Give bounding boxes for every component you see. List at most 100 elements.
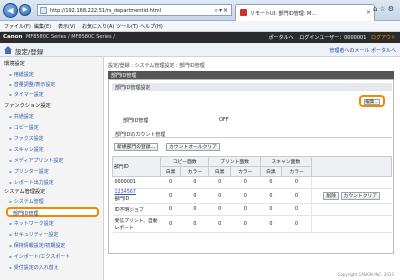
brand-logo: Canon	[3, 34, 23, 40]
menu-favorites[interactable]: お気に入り(A)	[82, 23, 114, 30]
sidebar-item-label: 部門ID管理	[13, 211, 39, 217]
sidebar-section-system: システム管理設定	[4, 189, 46, 195]
address-url: http://192.168.222.51/rs_departmentid.ht…	[50, 8, 162, 14]
cell-value: 0	[260, 215, 282, 233]
subheader-color: カラー	[180, 166, 210, 177]
login-user: ログインユーザー：0000001	[299, 35, 367, 41]
cell-value: 0	[180, 203, 209, 216]
address-bar[interactable]: http://192.168.222.51/rs_departmentid.ht…	[37, 4, 232, 16]
sidebar-item-security[interactable]: セキュリティー設定	[9, 231, 59, 238]
subheader-mono: 白黒	[208, 166, 231, 177]
menu-view[interactable]: 表示(V)	[58, 23, 75, 30]
subheader-color: カラー	[229, 166, 261, 177]
cell-value: 0	[208, 188, 231, 204]
sidebar-item-receive[interactable]: 受付設定の入れ替え	[9, 264, 59, 271]
browser-titlebar: ◀ ▶ http://192.168.222.51/rs_departmenti…	[0, 0, 400, 21]
subheader-mono: 白黒	[259, 166, 283, 177]
sidebar-item-printer[interactable]: プリンター設定	[9, 168, 49, 175]
portal-link[interactable]: ポータルへ	[269, 35, 294, 41]
cell-value: 0	[281, 176, 312, 189]
count-clear-button[interactable]: カウントクリア	[340, 192, 381, 200]
back-icon[interactable]: ◀	[3, 3, 18, 18]
section-title-count: 部門IDのカウント管理	[112, 130, 392, 138]
sidebar-item-copy[interactable]: コピー設定	[9, 124, 39, 131]
table-row: 0000001 0 0 0 0 0 0	[112, 176, 392, 189]
main-content: 設定/登録 : システム管理設定 : 部門ID管理 部門ID管理 部門ID管理設…	[104, 57, 400, 280]
col-header-id: 部門ID	[112, 156, 161, 177]
sidebar-section-environment: 環境設定	[4, 61, 25, 67]
sidebar-item-common[interactable]: 共通設定	[9, 113, 34, 120]
copyright: Copyright CANON INC. 2013	[337, 272, 394, 277]
address-tools-icons[interactable]: ⌕▾✕	[215, 7, 229, 15]
subheader-mono: 白黒	[159, 166, 182, 177]
menu-help[interactable]: ヘルプ(H)	[140, 23, 163, 30]
sidebar-item-paper[interactable]: 用紙設定	[9, 71, 34, 78]
forward-icon[interactable]: ▶	[19, 4, 31, 16]
field-value-department-id: OFF	[219, 117, 229, 123]
sidebar-item-fax[interactable]: ファクス設定	[9, 135, 44, 142]
cell-value: 0	[260, 176, 282, 189]
cell-value: 0	[180, 188, 209, 204]
cell-value: 0	[160, 203, 181, 216]
row-actions	[311, 215, 392, 233]
col-header-copy: コピー面数	[159, 156, 210, 167]
register-department-button[interactable]: 新規部門の登録...	[114, 143, 159, 151]
sidebar-item-report[interactable]: レポート出力設定	[9, 179, 54, 186]
cell-value: 0	[230, 215, 261, 233]
cell-value: 0	[260, 188, 282, 204]
cell-value: 0	[260, 203, 282, 216]
mode-bar: 設定/登録 管理者へのメール ポータルへ	[0, 43, 400, 57]
col-header-print: プリント面数	[208, 156, 261, 167]
sidebar-item-timer[interactable]: タイマー設定	[9, 91, 44, 98]
favicon-icon	[240, 9, 247, 16]
menu-edit[interactable]: 編集(E)	[34, 23, 51, 30]
field-label-department-id: 部門ID管理	[123, 118, 149, 124]
row-id-sub: 部門ID	[114, 197, 130, 202]
edit-button[interactable]: 編集...	[359, 95, 385, 107]
settings-home-icon[interactable]	[4, 46, 12, 54]
sidebar-section-function: ファンクション設定	[4, 103, 51, 109]
cell-value: 0	[230, 176, 261, 189]
header-user-area: ポータルへ ログインユーザー：0000001 ログアウト	[269, 34, 396, 41]
menu-tools[interactable]: ツール(T)	[116, 23, 138, 30]
sidebar-item-network[interactable]: ネットワーク設定	[9, 220, 54, 227]
tab-close-icon[interactable]: ✕	[366, 9, 371, 16]
cell-value: 0	[281, 188, 312, 204]
cell-value: 0	[180, 176, 209, 189]
app-header: Canon MF8580C Series / MF8580C Series / …	[0, 32, 400, 43]
sidebar-item-system-mgmt[interactable]: システム管理	[9, 198, 44, 205]
table-row: 受信プリント、自動レポート 0 0 0 0 0 0	[112, 215, 392, 233]
browser-tab[interactable]: リモートUI: 部門ID管理: M... ✕	[235, 4, 375, 21]
tab-title: リモートUI: 部門ID管理: M...	[250, 11, 317, 17]
cell-value: 0	[230, 188, 261, 204]
row-actions	[311, 176, 392, 189]
sidebar-item-media-print[interactable]: メディアプリント設定	[9, 157, 64, 164]
cell-value: 0	[208, 215, 231, 233]
row-id: 受信プリント、自動レポート	[112, 215, 161, 233]
sidebar-item-import-export[interactable]: インポート/エクスポート	[9, 253, 71, 260]
row-id-link[interactable]: 1234567	[115, 190, 159, 195]
menu-file[interactable]: ファイル(F)	[4, 23, 31, 30]
department-panel: 部門ID管理設定 編集... 部門ID管理 OFF 部門IDのカウント管理 新規…	[108, 79, 394, 254]
cell-value: 0	[208, 203, 231, 216]
mail-portal-link[interactable]: 管理者へのメール ポータルへ	[329, 47, 396, 54]
count-table: 部門ID コピー面数 プリント面数 スキャン面数 白黒 カラー 白黒 カラー 白…	[112, 156, 392, 233]
cell-value: 0	[180, 215, 209, 233]
logout-link[interactable]: ログアウト	[371, 35, 396, 41]
page-title: 設定/登録	[15, 48, 44, 56]
sidebar-item-volume-display[interactable]: 音量調整/表示設定	[9, 81, 56, 88]
col-header-scan: スキャン面数	[259, 156, 313, 167]
subheader-color: カラー	[281, 166, 312, 177]
col-header-actions	[311, 156, 392, 177]
cell-value: 0	[208, 176, 231, 189]
cell-value: 0	[160, 176, 181, 189]
sidebar-item-department-id[interactable]: 部門ID管理	[6, 207, 99, 217]
row-id: 0000001	[112, 176, 161, 189]
sidebar-item-scan[interactable]: スキャン設定	[9, 146, 44, 153]
home-star-gear-icons[interactable]: ⌂☆⚙	[373, 5, 396, 13]
sidebar-item-data-init[interactable]: 保持情報設定/初期設定	[9, 242, 66, 249]
row-actions: 削除 カウントクリア	[311, 188, 392, 204]
delete-button[interactable]: 削除	[323, 192, 339, 200]
table-row: ID不明ジョブ 0 0 0 0 0 0	[112, 203, 392, 216]
clear-all-counts-button[interactable]: カウントオールクリア	[166, 143, 220, 151]
